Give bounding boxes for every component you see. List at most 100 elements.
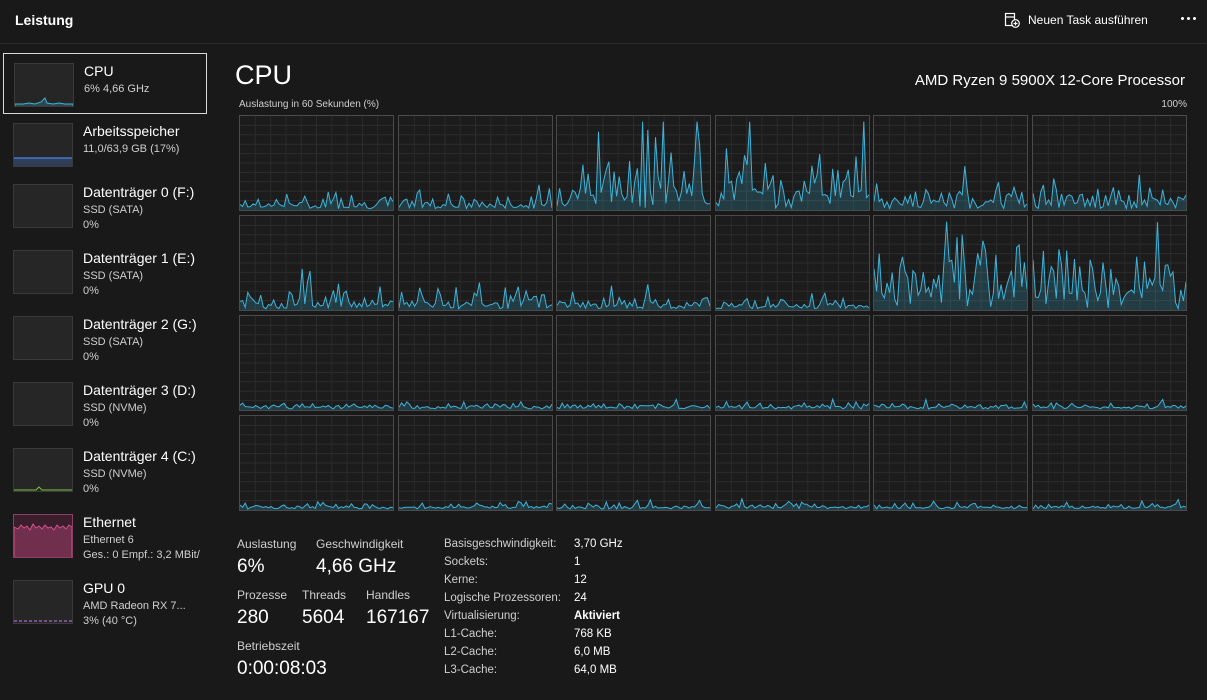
core-graph	[873, 215, 1029, 311]
core-graph	[397, 115, 553, 211]
utilization-value: 6%	[237, 556, 265, 577]
graph-axis-label: Auslastung in 60 Sekunden (%)	[239, 99, 380, 110]
sidebar-item-ethernet[interactable]: Ethernet Ethernet 6 Ges.: 0 Empf.: 3,2 M…	[3, 505, 207, 566]
sidebar-item-title: CPU	[84, 63, 114, 79]
sidebar-item-usage: Ges.: 0 Empf.: 3,2 MBit/	[83, 549, 200, 561]
core-graph	[556, 315, 712, 411]
processor-name: AMD Ryzen 9 5900X 12-Core Processor	[914, 72, 1185, 89]
sidebar-item-title: Datenträger 2 (G:)	[83, 316, 197, 332]
core-graph	[556, 415, 712, 511]
detail-key: L3-Cache:	[444, 664, 498, 676]
detail-key: L2-Cache:	[444, 646, 498, 658]
sidebar-item-subtitle: SSD (SATA)	[83, 204, 144, 216]
detail-value: 24	[574, 592, 587, 604]
sidebar-item-disk-4[interactable]: Datenträger 4 (C:) SSD (NVMe) 0%	[3, 439, 207, 500]
core-graph	[714, 415, 870, 511]
threads-label: Threads	[302, 588, 347, 602]
cpu-title: CPU	[235, 60, 293, 90]
core-graph	[714, 315, 870, 411]
sidebar-item-subtitle: SSD (NVMe)	[83, 468, 147, 480]
core-graph	[873, 115, 1029, 211]
memory-mini-graph	[13, 123, 73, 167]
detail-key: Virtualisierung:	[444, 610, 520, 622]
core-graph	[1032, 315, 1187, 411]
sidebar-item-subtitle: SSD (SATA)	[83, 270, 144, 282]
sidebar-item-title: Datenträger 0 (F:)	[83, 184, 195, 200]
sidebar-item-usage: 0%	[83, 285, 99, 297]
core-graph	[873, 415, 1029, 511]
core-graph	[1032, 215, 1187, 311]
detail-key: Logische Prozessoren:	[444, 592, 561, 604]
sidebar-item-usage: 0%	[83, 351, 99, 363]
core-graph	[239, 115, 394, 211]
sidebar-item-gpu[interactable]: GPU 0 AMD Radeon RX 7... 3% (40 °C)	[3, 571, 207, 632]
sidebar-item-disk-1[interactable]: Datenträger 1 (E:) SSD (SATA) 0%	[3, 241, 207, 302]
run-new-task-button[interactable]: Neuen Task ausführen	[1004, 9, 1148, 31]
sidebar: CPU 6% 4,66 GHz Arbeitsspeicher 11,0/63,…	[0, 50, 215, 700]
detail-value: 6,0 MB	[574, 646, 611, 658]
core-graph	[397, 315, 553, 411]
threads-value: 5604	[302, 607, 345, 628]
detail-value: 3,70 GHz	[574, 538, 623, 550]
handles-value: 167167	[366, 607, 430, 628]
sidebar-item-disk-0[interactable]: Datenträger 0 (F:) SSD (SATA) 0%	[3, 175, 207, 236]
detail-value: 12	[574, 574, 587, 586]
sidebar-item-memory[interactable]: Arbeitsspeicher 11,0/63,9 GB (17%)	[3, 114, 207, 175]
ethernet-mini-graph	[13, 514, 73, 558]
gpu-mini-graph	[13, 580, 73, 624]
graph-axis-max: 100%	[1161, 99, 1187, 110]
sidebar-item-usage: 0%	[83, 219, 99, 231]
uptime-label: Betriebszeit	[237, 639, 300, 653]
core-graph	[1032, 415, 1187, 511]
core-graph	[239, 415, 394, 511]
core-graph	[873, 315, 1029, 411]
detail-value: 768 KB	[574, 628, 612, 640]
core-graph	[556, 115, 712, 211]
sidebar-item-subtitle: SSD (NVMe)	[83, 402, 147, 414]
core-graph	[397, 215, 553, 311]
detail-key: Sockets:	[444, 556, 489, 568]
sidebar-item-subtitle: AMD Radeon RX 7...	[83, 600, 186, 612]
cpu-mini-graph	[14, 63, 74, 107]
speed-label: Geschwindigkeit	[316, 537, 404, 551]
detail-value: 1	[574, 556, 581, 568]
sidebar-item-title: Datenträger 4 (C:)	[83, 448, 196, 464]
core-graph	[556, 215, 712, 311]
sidebar-item-usage: 0%	[83, 483, 99, 495]
disk-mini-graph	[13, 448, 73, 492]
processes-label: Prozesse	[237, 588, 288, 602]
detail-key: Basisgeschwindigkeit:	[444, 538, 557, 550]
sidebar-item-usage: 3% (40 °C)	[83, 615, 137, 627]
sidebar-item-subtitle: SSD (SATA)	[83, 336, 144, 348]
sidebar-item-cpu[interactable]: CPU 6% 4,66 GHz	[3, 53, 207, 114]
more-options-icon[interactable]	[1176, 6, 1200, 30]
handles-label: Handles	[366, 588, 411, 602]
detail-key: L1-Cache:	[444, 628, 498, 640]
uptime-value: 0:00:08:03	[237, 658, 327, 679]
sidebar-item-usage: 0%	[83, 417, 99, 429]
run-new-task-label: Neuen Task ausführen	[1028, 13, 1148, 27]
core-graph	[397, 415, 553, 511]
core-graph	[239, 315, 394, 411]
title-bar: Leistung Neuen Task ausführen	[0, 0, 1207, 44]
disk-mini-graph	[13, 184, 73, 228]
core-graph	[1032, 115, 1187, 211]
sidebar-item-title: GPU 0	[83, 580, 126, 596]
sidebar-item-title: Arbeitsspeicher	[83, 123, 180, 139]
disk-mini-graph	[13, 382, 73, 426]
logical-processor-graphs	[239, 115, 1187, 511]
sidebar-item-disk-3[interactable]: Datenträger 3 (D:) SSD (NVMe) 0%	[3, 373, 207, 434]
speed-value: 4,66 GHz	[316, 556, 397, 577]
processes-value: 280	[237, 607, 269, 628]
detail-value: Aktiviert	[574, 610, 621, 622]
core-graph	[714, 115, 870, 211]
sidebar-item-subtitle: 11,0/63,9 GB (17%)	[83, 143, 180, 155]
sidebar-item-subtitle: 6% 4,66 GHz	[84, 83, 150, 95]
detail-value: 64,0 MB	[574, 664, 617, 676]
sidebar-item-disk-2[interactable]: Datenträger 2 (G:) SSD (SATA) 0%	[3, 307, 207, 368]
disk-mini-graph	[13, 316, 73, 360]
core-graph	[239, 215, 394, 311]
new-task-icon	[1004, 12, 1020, 28]
detail-key: Kerne:	[444, 574, 478, 586]
sidebar-item-title: Datenträger 3 (D:)	[83, 382, 196, 398]
